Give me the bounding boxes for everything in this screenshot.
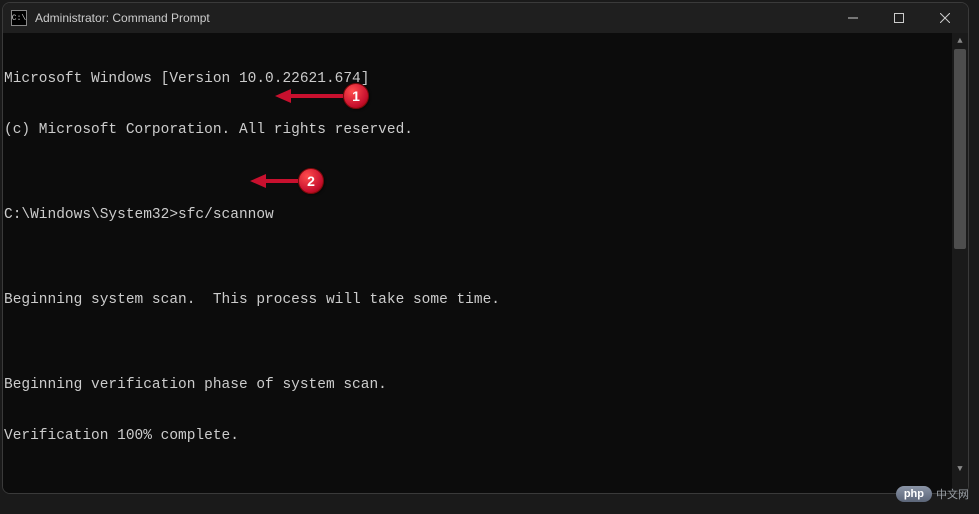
prompt-command-line: C:\Windows\System32>sfc/scannow (4, 207, 967, 224)
command-prompt-window: C:\ Administrator: Command Prompt Micros… (2, 2, 969, 494)
scroll-thumb[interactable] (954, 49, 966, 249)
scroll-up-icon[interactable]: ▲ (952, 33, 968, 49)
watermark: php 中文网 (896, 486, 969, 502)
app-icon: C:\ (11, 10, 27, 26)
arrow-head-icon (250, 174, 266, 188)
output-line: Verification 100% complete. (4, 428, 967, 445)
arrow-body (266, 179, 298, 183)
output-line: Beginning system scan. This process will… (4, 292, 967, 309)
arrow-body (291, 94, 343, 98)
window-controls (830, 3, 968, 33)
scroll-down-icon[interactable]: ▼ (952, 461, 968, 477)
output-line: (c) Microsoft Corporation. All rights re… (4, 122, 967, 139)
watermark-badge: php (896, 486, 932, 502)
annotation-arrow-2: 2 (250, 168, 324, 194)
vertical-scrollbar[interactable]: ▲ ▼ (952, 33, 968, 477)
output-line: Microsoft Windows [Version 10.0.22621.67… (4, 71, 967, 88)
maximize-button[interactable] (876, 3, 922, 33)
close-button[interactable] (922, 3, 968, 33)
watermark-text: 中文网 (936, 486, 969, 502)
window-title: Administrator: Command Prompt (35, 11, 830, 25)
step-marker-2: 2 (298, 168, 324, 194)
output-line: Beginning verification phase of system s… (4, 377, 967, 394)
minimize-button[interactable] (830, 3, 876, 33)
arrow-head-icon (275, 89, 291, 103)
terminal-output[interactable]: Microsoft Windows [Version 10.0.22621.67… (3, 33, 968, 493)
titlebar[interactable]: C:\ Administrator: Command Prompt (3, 3, 968, 33)
